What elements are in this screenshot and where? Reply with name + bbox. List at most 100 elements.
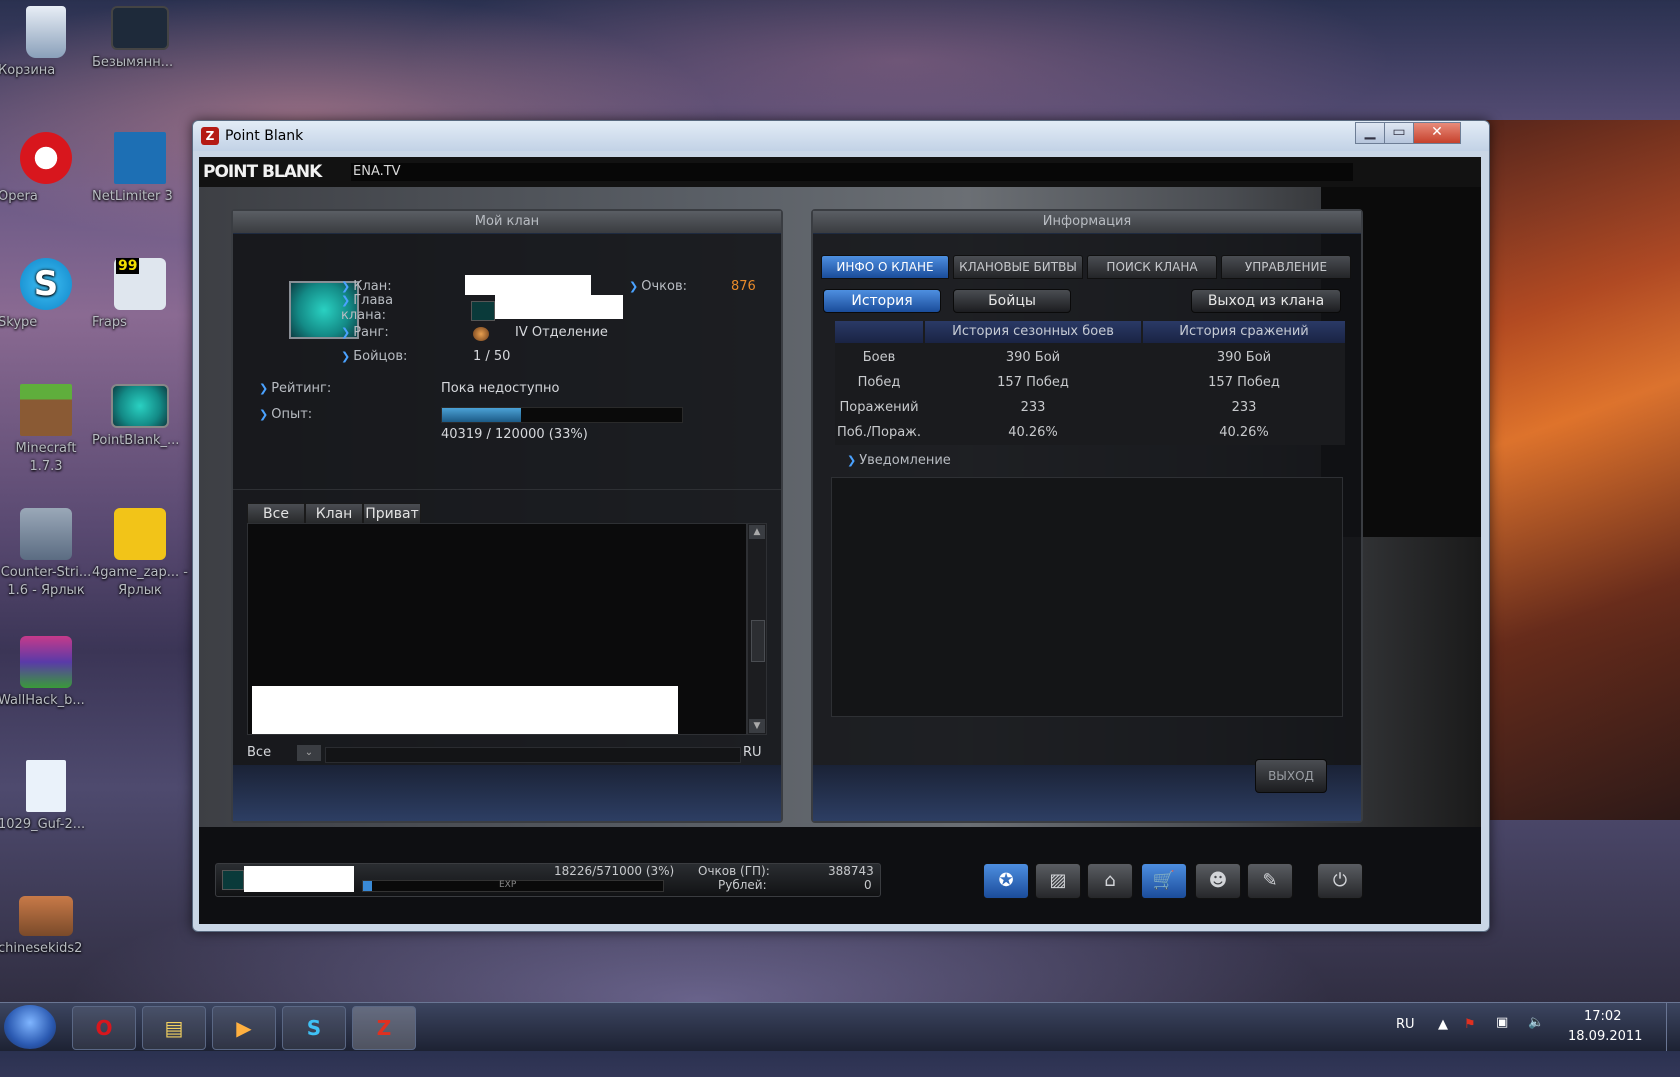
fraps-counter: 99 [116,258,140,274]
tab-clan-search[interactable]: ПОИСК КЛАНА [1087,255,1217,279]
show-desktop-button[interactable] [1666,1003,1679,1051]
desktop-icon-minecraft[interactable]: Minecraft 1.7.3 [0,384,94,474]
tab-clan-info[interactable]: ИНФО О КЛАНЕ [821,255,949,279]
fighters-button[interactable]: Бойцы [953,289,1071,313]
clan-exp-bar [441,407,683,423]
skype-icon[interactable]: S [282,1006,346,1050]
row-season-value: 40.26% [1008,425,1058,440]
opera-icon[interactable]: O [72,1006,136,1050]
scroll-down-icon[interactable]: ▼ [749,719,765,733]
chevron-down-icon[interactable]: ⌄ [297,745,321,761]
row-label: Поражений [839,400,919,415]
desktop-icon-chinesekids[interactable]: chinesekids2 [0,896,94,956]
clan-exp-text: 40319 / 120000 (33%) [441,427,588,442]
desktop-icon-opera[interactable]: Opera [0,132,94,204]
history-button[interactable]: История [823,289,941,313]
network-icon[interactable]: ▣ [1496,1015,1508,1063]
desktop-icon-wallhack[interactable]: WallHack_b... [0,636,94,708]
close-button[interactable]: ✕ [1413,122,1461,144]
notification-box[interactable] [831,477,1343,717]
tab-clan-battles[interactable]: КЛАНОВЫЕ БИТВЫ [953,255,1083,279]
language-indicator[interactable]: RU [1396,1017,1415,1065]
pb-logo-icon: Z [201,127,219,145]
minimize-button[interactable]: ▁ [1355,122,1385,144]
player-name-redacted [244,866,354,892]
divider [233,489,781,490]
cart-icon[interactable]: 🛒 [1141,863,1187,899]
table-row: Поб./Пораж. 40.26% 40.26% [835,420,1345,445]
leader-rank-icon [471,301,495,321]
rank-insignia-icon [473,327,489,341]
taskbar: O ▤ ▶ S Z RU ▲ ⚑ ▣ 🔈 17:02 18.09.2011 [0,1002,1680,1051]
rub-value: 0 [864,878,872,892]
tray-expand-icon[interactable]: ▲ [1438,1017,1448,1065]
table-row: Побед 157 Побед 157 Побед [835,370,1345,395]
desktop-icon-untitled[interactable]: Безымянн... [92,6,188,70]
player-status-bar: 18226/571000 (3%) EXP Очков (ГП): 388743… [215,863,881,897]
chat-tab-all[interactable]: Все [247,503,305,525]
row-season-value: 233 [1020,400,1046,415]
clan-leader-label: ❯ Глава клана: [341,293,394,323]
point-blank-icon[interactable]: Z [352,1006,416,1050]
clan-emblem-icon[interactable]: ✪ [983,863,1029,899]
desktop-icon-4game[interactable]: 4game_zap... - Ярлык [92,508,188,598]
fighters-label: ❯ Бойцов: [341,349,408,364]
fighters-value: 1 / 50 [473,349,511,364]
player-exp-fill [363,881,372,891]
desktop-icon-pointblank[interactable]: PointBlank_... [92,384,188,448]
row-battle-value: 233 [1231,400,1257,415]
leader-name-redacted [495,295,623,319]
scroll-thumb[interactable] [751,620,765,662]
window-title: Point Blank [225,128,304,144]
scroll-up-icon[interactable]: ▲ [749,525,765,539]
chat-log[interactable] [247,523,747,735]
desktop-icon-fraps[interactable]: 99 Fraps [92,258,188,330]
points-label: ❯ Очков: [629,279,687,294]
shop-icon[interactable]: ⌂ [1087,863,1133,899]
rating-value: Пока недоступно [441,381,560,396]
desktop-icon-counter-strike[interactable]: Counter-Stri... 1.6 - Ярлык [0,508,94,598]
panel-footer [233,765,781,821]
clan-rank-value: IV Отделение [515,325,608,340]
table-row: Поражений 233 233 [835,395,1345,420]
chat-channel-select[interactable]: Все [247,745,271,760]
power-icon[interactable]: ⏻ [1317,863,1363,899]
friends-icon[interactable]: ☻ [1195,863,1241,899]
chat-input[interactable] [325,747,741,763]
minecraft-icon [20,384,72,436]
winrar-archive-icon [20,636,72,688]
tab-management[interactable]: УПРАВЛЕНИЕ [1221,255,1351,279]
notification-label: ❯ Уведомление [847,453,951,468]
stats-table: История сезонных боев История сражений Б… [835,321,1345,445]
opera-icon [20,132,72,184]
volume-icon[interactable]: 🔈 [1528,1015,1544,1063]
desktop-icon-netlimiter[interactable]: NetLimiter 3 [92,132,188,204]
settings-wrench-icon[interactable]: ✎ [1247,863,1293,899]
point-blank-logo: POINT BLANK [203,162,322,182]
desktop-icon-mp3[interactable]: 1029_Guf-2... [0,760,94,832]
chat-lang[interactable]: RU [743,745,762,760]
maximize-button[interactable]: ▭ [1384,122,1414,144]
exit-button[interactable]: ВЫХОД [1255,759,1327,793]
chat-tab-private[interactable]: Приват [363,503,421,525]
leave-clan-button[interactable]: Выход из клана [1191,289,1341,313]
fraps-icon: 99 [114,258,166,310]
clock-date[interactable]: 18.09.2011 [1568,1029,1642,1077]
chat-scrollbar[interactable]: ▲ ▼ [747,523,767,735]
player-exp-bar: EXP [362,880,664,892]
gp-value: 388743 [828,864,874,878]
explorer-icon[interactable]: ▤ [142,1006,206,1050]
start-button[interactable] [4,1005,56,1049]
my-clan-panel: Мой клан ❯ Клан: ❯ Глава клана: ❯ Ранг: IV … [231,209,783,823]
clan-exp-fill [442,408,522,422]
window-titlebar[interactable]: Z Point Blank ▁ ▭ ✕ [193,121,1489,151]
action-center-icon[interactable]: ⚑ [1464,1017,1476,1065]
inventory-icon[interactable]: ▨ [1035,863,1081,899]
row-season-value: 157 Побед [997,375,1069,390]
player-rank-icon [222,870,244,890]
desktop-icon-skype[interactable]: S Skype [0,258,94,330]
banner-url: ENA.TV [351,163,1353,181]
chat-tab-clan[interactable]: Клан [305,503,363,525]
desktop-icon-recycle-bin[interactable]: Корзина [0,6,94,78]
media-player-icon[interactable]: ▶ [212,1006,276,1050]
